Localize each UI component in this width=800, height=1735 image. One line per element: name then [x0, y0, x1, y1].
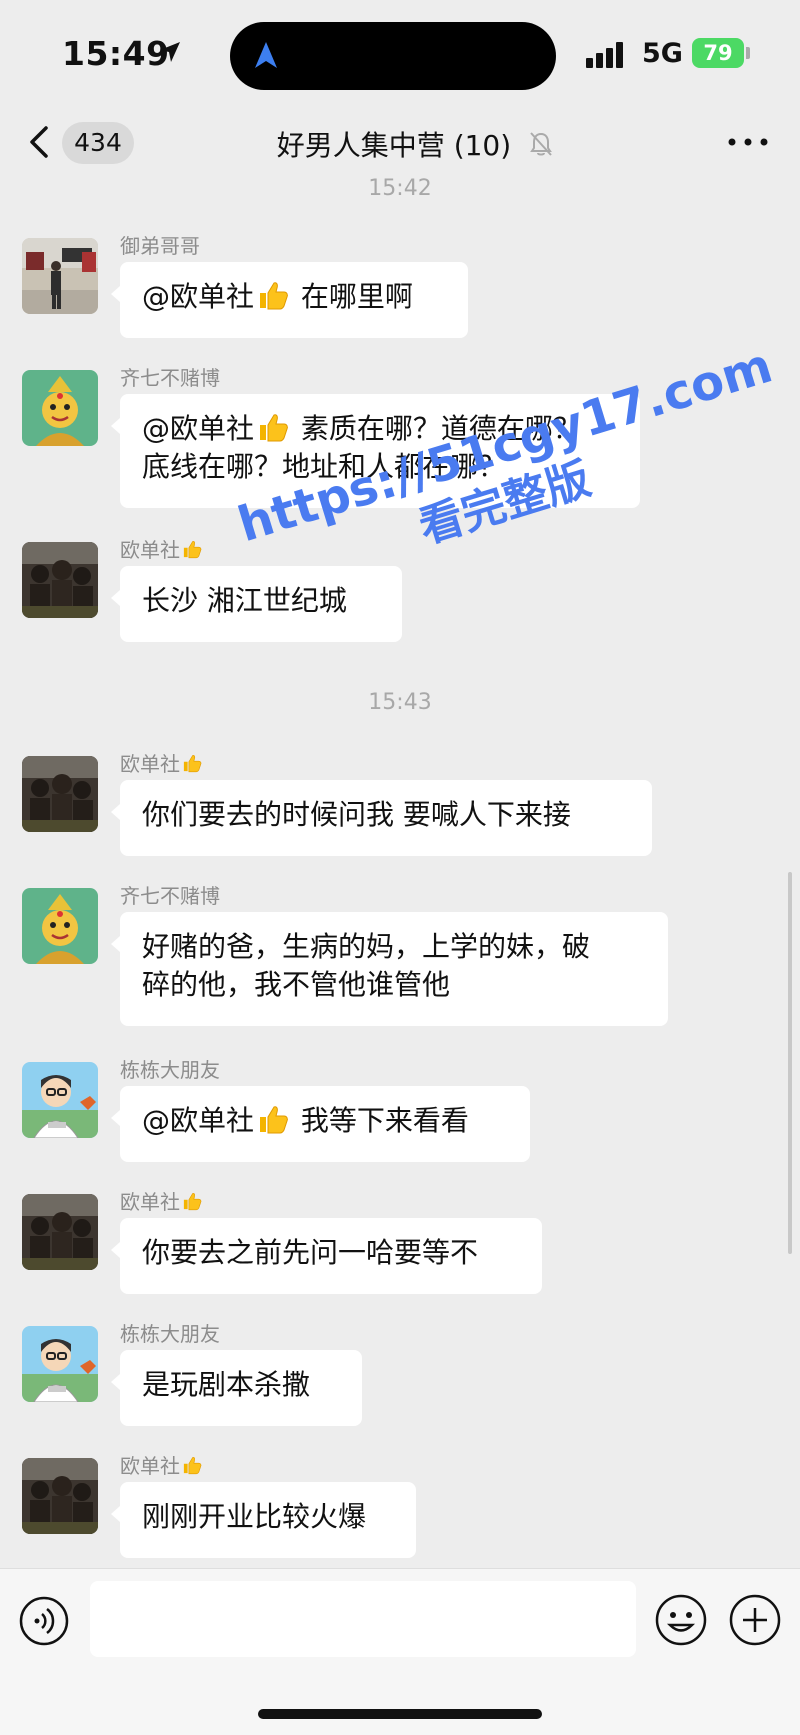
plus-icon[interactable]: [728, 1593, 782, 1647]
network-type: 5G: [642, 38, 683, 69]
thumbs-up-icon: [182, 753, 202, 773]
message-text: 是玩剧本杀撒: [142, 1368, 311, 1401]
avatar-city-photo[interactable]: [22, 238, 98, 314]
message-bubble[interactable]: 是玩剧本杀撒: [111, 1350, 362, 1426]
sender-name: 栋栋大朋友: [120, 1058, 220, 1082]
avatar-dark-group-photo[interactable]: [22, 756, 98, 832]
message-input[interactable]: [90, 1581, 636, 1657]
location-arrow-icon: [160, 42, 180, 62]
chat-title: 好男人集中营 (10): [276, 129, 512, 162]
sender-name: 欧单社: [120, 1186, 202, 1215]
avatar-buddha-cartoon[interactable]: [22, 370, 98, 446]
status-bar: 15:49 5G 79: [0, 0, 800, 110]
sender-name: 御弟哥哥: [120, 234, 200, 258]
sender-name: 齐七不赌博: [120, 366, 220, 390]
sender-name: 栋栋大朋友: [120, 1322, 220, 1346]
navigation-icon: [255, 42, 277, 68]
avatar-dark-group-photo[interactable]: [22, 542, 98, 618]
sender-name: 欧单社: [120, 748, 202, 777]
sender-name: 欧单社: [120, 1450, 202, 1479]
thumbs-up-icon: [182, 1191, 202, 1211]
scrollbar[interactable]: [788, 872, 792, 1254]
sender-name: 欧单社: [120, 534, 202, 563]
avatar-cartoon-man[interactable]: [22, 1326, 98, 1402]
emoji-icon[interactable]: [654, 1593, 708, 1647]
battery-icon: 79: [692, 38, 744, 68]
timestamp: 15:42: [368, 176, 432, 201]
dynamic-island: [230, 22, 556, 90]
message-bubble[interactable]: 刚刚开业比较火爆: [111, 1482, 416, 1558]
thumbs-up-icon: [257, 280, 289, 310]
timestamp: 15:43: [368, 690, 432, 715]
voice-icon[interactable]: [18, 1595, 70, 1647]
message-text: 刚刚开业比较火爆: [142, 1500, 367, 1533]
mention-text: @欧单社: [142, 280, 255, 313]
message-bubble[interactable]: 好赌的爸，生病的妈，上学的妹，破 碎的他，我不管他谁管他: [111, 912, 668, 1026]
message-text: 你要去之前先问一哈要等不: [142, 1236, 479, 1269]
message-text: 你们要去的时候问我 要喊人下来接: [142, 798, 571, 831]
chat-header: 434 好男人集中营 (10): [0, 110, 800, 180]
message-bubble[interactable]: @欧单社 在哪里啊: [111, 262, 468, 338]
message-text: 碎的他，我不管他谁管他: [142, 968, 451, 1001]
thumbs-up-icon: [182, 539, 202, 559]
input-bar: [0, 1568, 800, 1735]
sender-name: 齐七不赌博: [120, 884, 220, 908]
avatar-cartoon-man[interactable]: [22, 1062, 98, 1138]
battery-tip: [746, 47, 750, 59]
message-text: 好赌的爸，生病的妈，上学的妹，破: [142, 930, 591, 963]
signal-icon: [586, 42, 623, 68]
avatar-dark-group-photo[interactable]: [22, 1194, 98, 1270]
thumbs-up-icon: [257, 1104, 289, 1134]
thumbs-up-icon: [182, 1455, 202, 1475]
message-text: 我等下来看看: [300, 1104, 469, 1137]
message-bubble[interactable]: 你们要去的时候问我 要喊人下来接: [111, 780, 652, 856]
more-icon[interactable]: [724, 134, 772, 150]
message-bubble[interactable]: @欧单社 我等下来看看: [111, 1086, 530, 1162]
message-text: 在哪里啊: [300, 280, 413, 313]
mention-text: @欧单社: [142, 412, 255, 445]
message-bubble[interactable]: 你要去之前先问一哈要等不: [111, 1218, 542, 1294]
mention-text: @欧单社: [142, 1104, 255, 1137]
mute-bell-icon: [530, 132, 552, 156]
avatar-buddha-cartoon[interactable]: [22, 888, 98, 964]
thumbs-up-icon: [257, 412, 289, 442]
home-indicator[interactable]: [258, 1709, 542, 1719]
avatar-dark-group-photo[interactable]: [22, 1458, 98, 1534]
status-time: 15:49: [62, 34, 170, 73]
